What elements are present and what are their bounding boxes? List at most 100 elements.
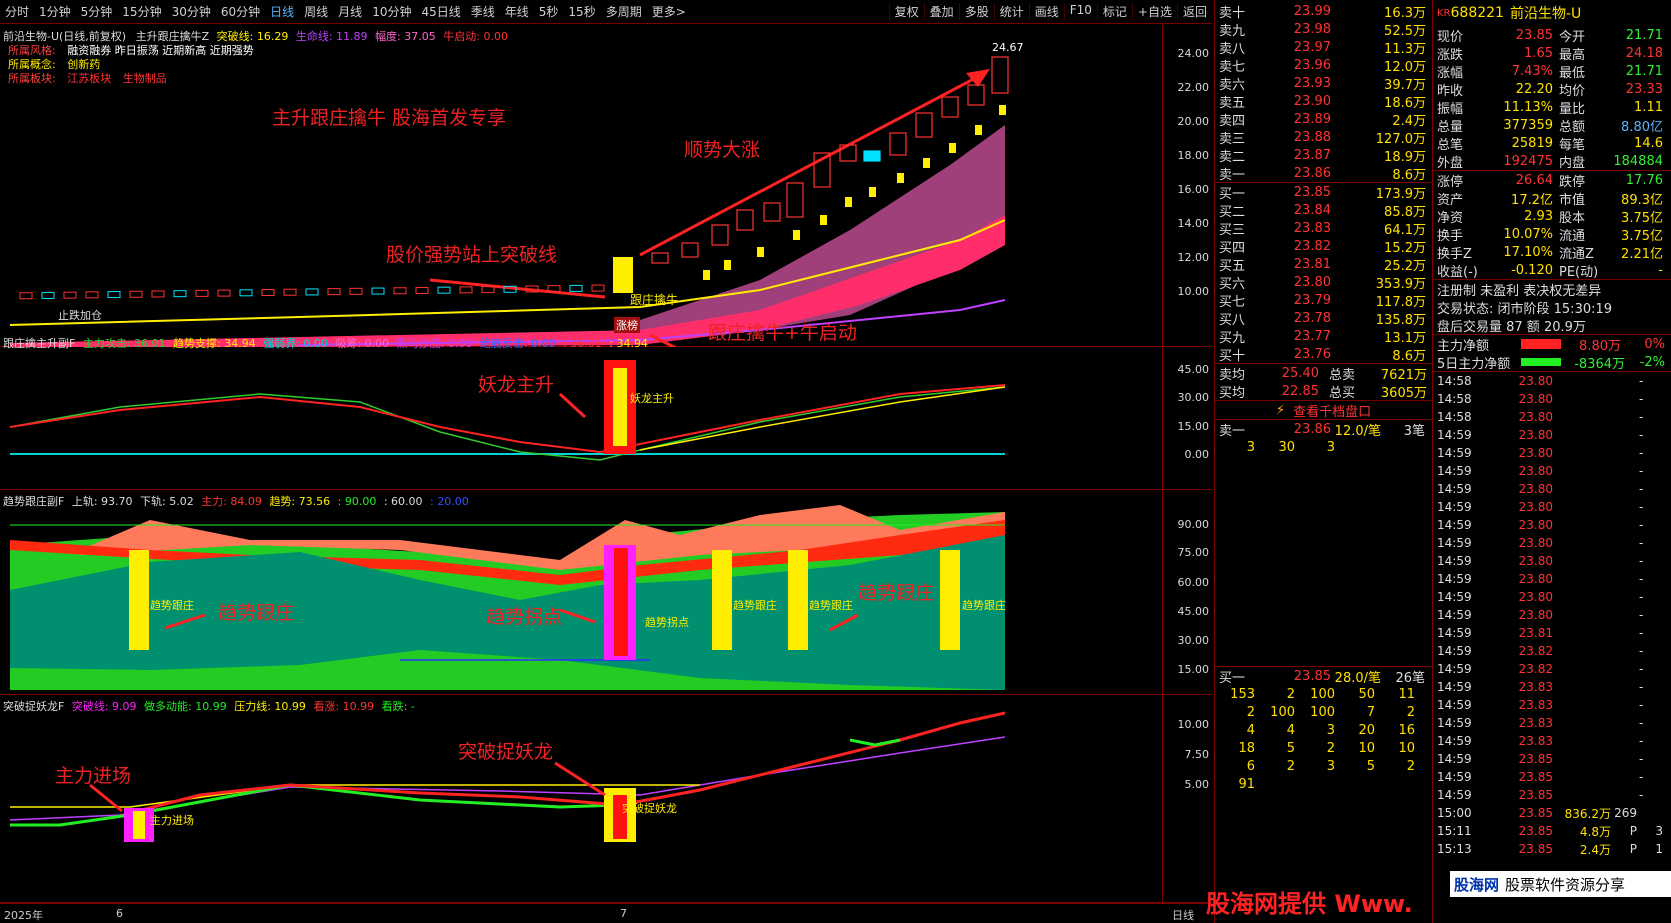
tick-dash: -	[1639, 572, 1644, 586]
stat-value: -	[1658, 262, 1663, 278]
stat-row: 昨收 22.20 均价 23.33	[1433, 80, 1671, 99]
level-volume: 2.4万	[1392, 113, 1426, 129]
bid-row[interactable]: 买四 23.82 15.2万	[1215, 237, 1432, 256]
ask-row[interactable]: 卖十 23.99 16.3万	[1215, 2, 1432, 21]
back-button[interactable]: 返回	[1176, 3, 1212, 20]
stat-row: 涨跌 1.65 最高 24.18	[1433, 44, 1671, 63]
tab-fenshi[interactable]: 分时	[0, 3, 34, 20]
bid-row[interactable]: 买九 23.77 13.1万	[1215, 327, 1432, 346]
green-line	[9, 386, 1006, 461]
depth-link[interactable]: ⚡ 查看千档盘口	[1215, 401, 1432, 420]
tick-dash: -	[1639, 680, 1644, 694]
sub2-indicator-name[interactable]: 趋势跟庄副F	[3, 495, 64, 508]
sub-pane-yaolong[interactable]: 45.00 30.00 15.00 0.00 跟庄擒主升副F 主力攻击: 36.…	[0, 332, 1212, 490]
tab-30min[interactable]: 30分钟	[167, 3, 216, 20]
ask-row[interactable]: 卖四 23.89 2.4万	[1215, 110, 1432, 129]
tab-yearly[interactable]: 年线	[500, 3, 534, 20]
bid-row[interactable]: 买六 23.80 353.9万	[1215, 273, 1432, 292]
tick-dash: -	[1639, 590, 1644, 604]
tick-price: 23.85	[1518, 752, 1553, 766]
tick-row: 14:59 23.80 -	[1433, 516, 1671, 534]
tab-5sec[interactable]: 5秒	[534, 3, 564, 20]
tick-dash: -	[1639, 752, 1644, 766]
ask-row[interactable]: 卖九 23.98 52.5万	[1215, 20, 1432, 39]
sub-pane-trend[interactable]: 90.00 75.00 60.00 45.00 30.00 15.00 趋势跟庄…	[0, 490, 1212, 695]
tab-15min[interactable]: 15分钟	[117, 3, 166, 20]
tab-more[interactable]: 更多>	[647, 3, 691, 20]
bid-row[interactable]: 买八 23.78 135.8万	[1215, 309, 1432, 328]
tab-10min[interactable]: 10分钟	[367, 3, 416, 20]
order-qty: 4	[1246, 722, 1255, 738]
stats-button[interactable]: 统计	[993, 3, 1029, 20]
ask-row[interactable]: 卖七 23.96 12.0万	[1215, 56, 1432, 75]
level-volume: 64.1万	[1384, 222, 1426, 238]
bid-row[interactable]: 买五 23.81 25.2万	[1215, 255, 1432, 274]
bid-row[interactable]: 买一 23.85 173.9万	[1215, 183, 1432, 202]
stat-row: 涨幅 7.43% 最低 21.71	[1433, 62, 1671, 81]
level-price: 23.87	[1293, 147, 1331, 163]
signal-dot	[897, 173, 904, 183]
add-favorite-button[interactable]: +自选	[1131, 3, 1177, 20]
stat-value: 23.33	[1625, 81, 1663, 97]
draw-button[interactable]: 画线	[1028, 3, 1064, 20]
tick-dash: -	[1639, 788, 1644, 802]
ask-row[interactable]: 卖八 23.97 11.3万	[1215, 38, 1432, 57]
overlay-button[interactable]: 叠加	[923, 3, 959, 20]
sub-pane-breakout[interactable]: 10.00 7.50 5.00 突破捉妖龙F 突破线: 9.09 做多动能: 1…	[0, 695, 1212, 903]
level-price: 23.90	[1293, 93, 1331, 109]
price-chart-pane[interactable]: 24.00 22.00 20.00 18.00 16.00 14.00 12.0…	[0, 25, 1212, 347]
candle	[349, 287, 363, 295]
ask-row[interactable]: 卖二 23.87 18.9万	[1215, 146, 1432, 165]
candle	[151, 290, 165, 298]
sub1-field: : 36.01	[563, 337, 602, 350]
ytick: 7.50	[1184, 748, 1210, 761]
buy1-detail-row: 2 100 100 7 2	[1215, 703, 1432, 721]
level-volume: 127.0万	[1375, 131, 1426, 147]
tab-5min[interactable]: 5分钟	[76, 3, 118, 20]
bid-row[interactable]: 买三 23.83 64.1万	[1215, 219, 1432, 238]
tab-15sec[interactable]: 15秒	[563, 3, 600, 20]
sub1-indicator-name[interactable]: 跟庄擒主升副F	[3, 337, 75, 350]
tab-weekly[interactable]: 周线	[299, 3, 333, 20]
buy1-detail-row: 91	[1215, 775, 1432, 793]
sub3-indicator-name[interactable]: 突破捉妖龙F	[3, 700, 64, 713]
bid-row[interactable]: 买七 23.79 117.8万	[1215, 291, 1432, 310]
order-qty: 10	[1358, 740, 1375, 756]
ask-row[interactable]: 卖六 23.93 39.7万	[1215, 74, 1432, 93]
f10-button[interactable]: F10	[1063, 3, 1097, 20]
trend-tag: 趋势跟庄	[733, 599, 777, 612]
tab-multi[interactable]: 多周期	[601, 3, 647, 20]
bid-row[interactable]: 买二 23.84 85.8万	[1215, 201, 1432, 220]
signal-dot	[820, 215, 827, 225]
ask-row[interactable]: 卖三 23.88 127.0万	[1215, 128, 1432, 147]
stat-value: 1.65	[1524, 45, 1553, 61]
level-price: 23.89	[1293, 111, 1331, 127]
candle	[195, 289, 209, 297]
fuquan-button[interactable]: 复权	[888, 3, 924, 20]
tab-daily[interactable]: 日线	[265, 3, 299, 20]
tick-dash: -	[1639, 644, 1644, 658]
tick-field: 836.2万	[1564, 806, 1611, 821]
tab-1min[interactable]: 1分钟	[34, 3, 76, 20]
tick-time: 14:59	[1437, 590, 1472, 604]
tick-price: 23.80	[1518, 572, 1553, 586]
ask-row[interactable]: 卖五 23.90 18.6万	[1215, 92, 1432, 111]
tab-45day[interactable]: 45日线	[416, 3, 465, 20]
period-label[interactable]: 日线	[1172, 907, 1194, 923]
bull-start-value: 牛启动: 0.00	[443, 30, 508, 43]
tick-dash: -	[1639, 500, 1644, 514]
mark-button[interactable]: 标记	[1096, 3, 1132, 20]
tick-list[interactable]: 14:58 23.80 - 14:58 23.80 - 14:58 23.80 - 14:59 23…	[1433, 372, 1671, 858]
tick-time: 14:59	[1437, 698, 1472, 712]
tab-quarterly[interactable]: 季线	[466, 3, 500, 20]
breakout-dragon-tag: 突破捉妖龙	[622, 802, 677, 815]
ask-row[interactable]: 卖一 23.86 8.6万	[1215, 164, 1432, 183]
tick-price: 23.80	[1518, 536, 1553, 550]
tab-60min[interactable]: 60分钟	[216, 3, 265, 20]
tick-dash: -	[1639, 608, 1644, 622]
tab-monthly[interactable]: 月线	[333, 3, 367, 20]
tick-field: 269	[1614, 806, 1637, 820]
multi-stock-button[interactable]: 多股	[958, 3, 994, 20]
candle	[681, 242, 699, 258]
bid-row[interactable]: 买十 23.76 8.6万	[1215, 345, 1432, 364]
